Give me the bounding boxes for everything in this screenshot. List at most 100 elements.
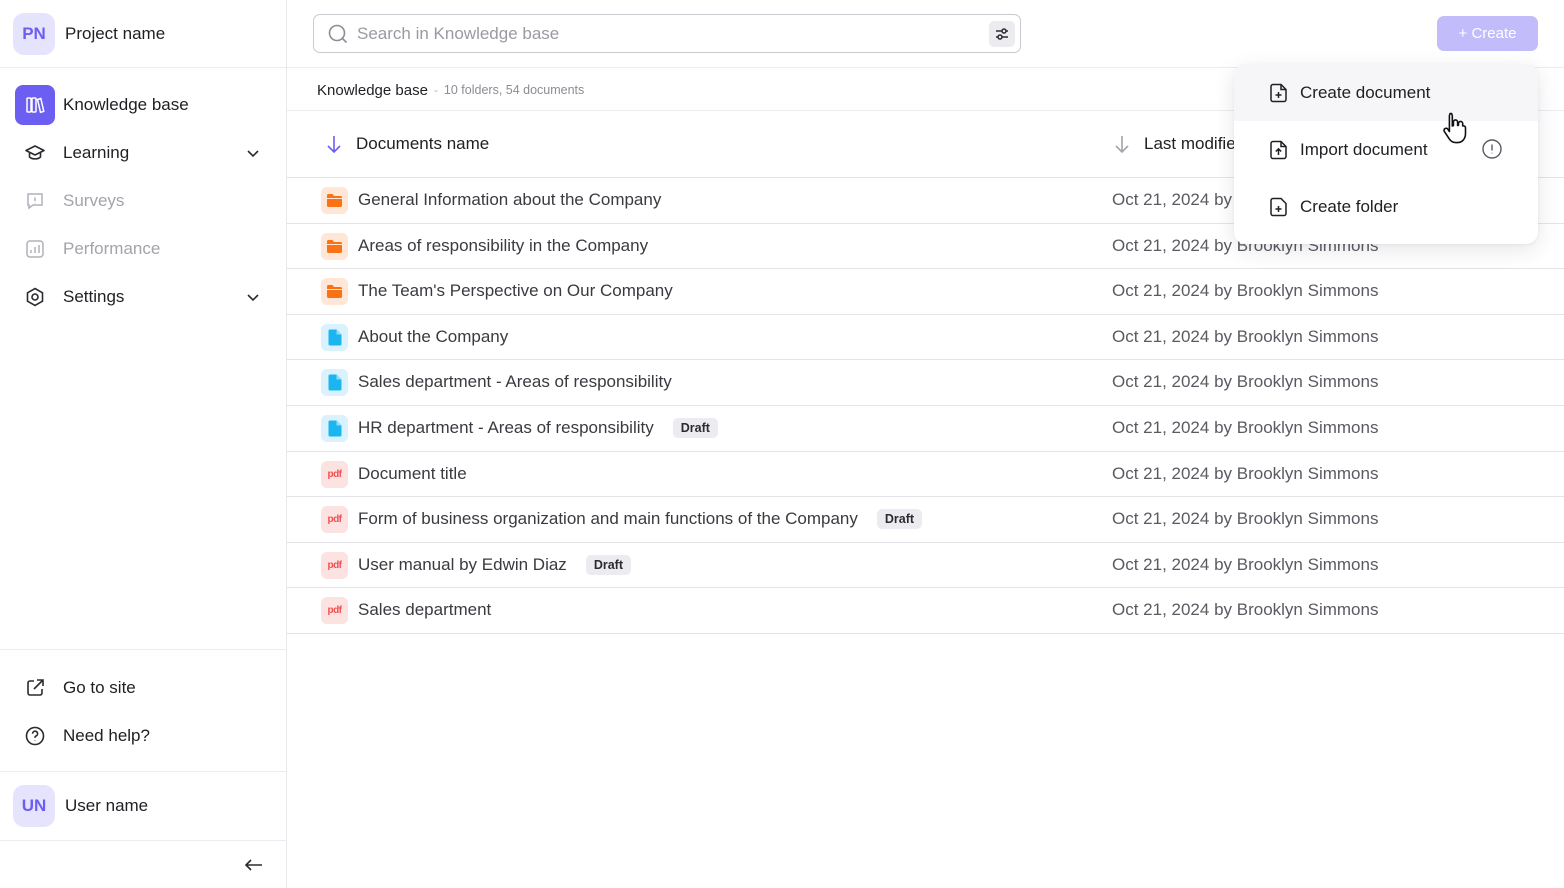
document-icon-badge <box>321 369 348 397</box>
folder-icon-badge <box>321 278 348 306</box>
breadcrumb: Knowledge base - 10 folders, 54 document… <box>317 80 584 100</box>
file-plus-icon <box>1270 83 1287 102</box>
document-name: User manual by Edwin Diaz Draft <box>358 554 631 575</box>
last-modified: Oct 21, 2024 by Brooklyn Simmons <box>1112 281 1379 301</box>
info-icon[interactable] <box>1481 138 1503 160</box>
last-modified: Oct 21, 2024 by Brooklyn Simmons <box>1112 509 1379 529</box>
menu-item-label: Create document <box>1300 82 1431 102</box>
document-title: HR department - Areas of responsibility <box>358 417 654 437</box>
sidebar-item-knowledge-base[interactable]: Knowledge base <box>0 81 286 129</box>
menu-item-create-folder[interactable]: Create folder <box>1234 178 1538 235</box>
document-icon <box>328 420 341 437</box>
need-help-link[interactable]: Need help? <box>0 712 286 760</box>
last-modified: Oct 21, 2024 by Brooklyn Simmons <box>1112 554 1379 574</box>
breadcrumb-meta: 10 folders, 54 documents <box>443 83 585 97</box>
search-input[interactable] <box>357 23 957 44</box>
chevron-down-icon[interactable] <box>245 145 261 161</box>
pdf-icon: pdf <box>321 597 348 625</box>
sidebar-item-surveys[interactable]: Surveys <box>0 177 286 225</box>
create-button[interactable]: + Create <box>1437 16 1538 51</box>
document-title: The Team's Perspective on Our Company <box>358 281 673 301</box>
table-row[interactable]: Sales department - Areas of responsibili… <box>287 360 1564 406</box>
draft-badge: Draft <box>876 509 923 530</box>
menu-item-import-document[interactable]: Import document <box>1234 121 1538 178</box>
document-title: Document title <box>358 463 467 483</box>
settings-icon <box>15 277 55 317</box>
arrow-left-icon <box>244 859 262 871</box>
breadcrumb-title[interactable]: Knowledge base <box>317 82 428 99</box>
table-row[interactable]: The Team's Perspective on Our Company Oct… <box>287 269 1564 315</box>
user-avatar: UN <box>13 785 55 827</box>
menu-item-label: Create folder <box>1300 196 1399 216</box>
project-switcher[interactable]: PN Project name <box>0 0 286 68</box>
column-label: Documents name <box>356 134 490 153</box>
create-dropdown-menu: Create document Import document Create f… <box>1234 64 1538 244</box>
document-icon-badge <box>321 323 348 351</box>
search-box <box>313 14 1021 53</box>
table-row[interactable]: pdf Form of business organization and mai… <box>287 497 1564 543</box>
sidebar-footer-links: Go to site Need help? <box>0 649 286 760</box>
chevron-down-icon[interactable] <box>245 289 261 305</box>
pdf-icon: pdf <box>321 551 348 579</box>
user-menu[interactable]: UN User name <box>0 771 286 841</box>
table-row[interactable]: HR department - Areas of responsibility D… <box>287 406 1564 452</box>
sidebar-item-label: Knowledge base <box>63 95 189 114</box>
document-title: Sales department <box>358 600 492 620</box>
folder-icon <box>327 285 342 299</box>
document-icon <box>328 374 341 391</box>
external-link-icon <box>15 668 55 708</box>
document-name: HR department - Areas of responsibility D… <box>358 417 718 438</box>
document-name: The Team's Perspective on Our Company <box>358 281 673 301</box>
table-row[interactable]: pdf User manual by Edwin Diaz Draft Oct 21,… <box>287 543 1564 589</box>
document-name: Form of business organization and main f… <box>358 509 923 530</box>
menu-item-create-document[interactable]: Create document <box>1234 64 1538 121</box>
sort-arrow-down-icon <box>1115 136 1129 154</box>
top-bar: + Create <box>287 0 1564 68</box>
help-icon <box>15 716 55 756</box>
project-name: Project name <box>65 23 166 43</box>
pdf-icon: pdf <box>321 460 348 488</box>
collapse-sidebar-button[interactable] <box>240 853 268 877</box>
filter-button[interactable] <box>989 21 1015 47</box>
table-row[interactable]: pdf Document title Oct 21, 2024 by Brookly… <box>287 452 1564 498</box>
column-last-modified[interactable]: Last modifie <box>1113 134 1236 154</box>
table-row[interactable]: pdf Sales department Oct 21, 2024 by Brook… <box>287 588 1564 634</box>
folder-plus-icon <box>1270 197 1287 216</box>
sidebar-item-label: Surveys <box>63 191 125 210</box>
document-name: Document title <box>358 464 467 484</box>
sidebar-item-learning[interactable]: Learning <box>0 129 286 177</box>
last-modified: Oct 21, 2024 by Brooklyn Simmons <box>1112 417 1379 437</box>
go-to-site-link[interactable]: Go to site <box>0 664 286 712</box>
menu-item-label: Import document <box>1300 139 1428 159</box>
pdf-icon: pdf <box>321 506 348 534</box>
document-title: User manual by Edwin Diaz <box>358 554 567 574</box>
column-label: Last modifie <box>1144 134 1236 153</box>
file-upload-icon <box>1270 140 1287 159</box>
user-name: User name <box>65 796 149 815</box>
sidebar-item-label: Settings <box>63 287 125 306</box>
documents-table: General Information about the Company Oct… <box>287 178 1564 634</box>
go-to-site-label: Go to site <box>63 678 136 697</box>
hand-cursor-icon <box>1443 112 1467 144</box>
last-modified: Oct 21, 2024 by Brooklyn Simmons <box>1112 600 1379 620</box>
document-title: About the Company <box>358 326 509 346</box>
sidebar: PN Project name Knowledge base Learning <box>0 0 287 888</box>
document-icon-badge <box>321 414 348 442</box>
sidebar-item-label: Learning <box>63 143 130 162</box>
survey-bubble-icon <box>15 181 55 221</box>
column-documents-name[interactable]: Documents name <box>325 134 489 154</box>
document-name: Sales department <box>358 600 491 620</box>
breadcrumb-separator: - <box>433 83 438 97</box>
sidebar-item-settings[interactable]: Settings <box>0 273 286 321</box>
document-title: Sales department - Areas of responsibili… <box>358 372 672 392</box>
folder-icon-badge <box>321 232 348 260</box>
graduation-cap-icon <box>15 133 55 173</box>
table-row[interactable]: About the Company Oct 21, 2024 by Brookly… <box>287 315 1564 361</box>
last-modified: Oct 21, 2024 by Brooklyn Simmons <box>1112 326 1379 346</box>
need-help-label: Need help? <box>63 726 150 745</box>
document-name: About the Company <box>358 327 508 347</box>
sidebar-item-performance[interactable]: Performance <box>0 225 286 273</box>
document-title: Form of business organization and main f… <box>358 509 858 529</box>
project-avatar: PN <box>13 12 55 55</box>
document-name: General Information about the Company <box>358 190 661 210</box>
